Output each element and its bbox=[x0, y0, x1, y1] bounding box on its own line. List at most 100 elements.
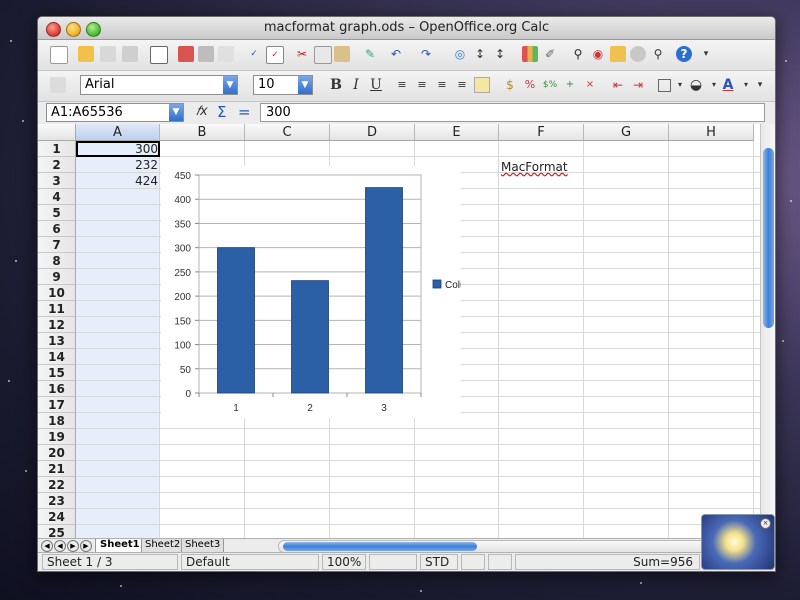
currency-format-icon[interactable]: $ bbox=[502, 77, 518, 93]
row-header-15[interactable]: 15 bbox=[38, 365, 76, 381]
add-decimal-icon[interactable]: + bbox=[562, 77, 578, 93]
align-right-icon[interactable]: ≡ bbox=[434, 77, 450, 93]
row-header-8[interactable]: 8 bbox=[38, 253, 76, 269]
row-header-13[interactable]: 13 bbox=[38, 333, 76, 349]
navigator-icon[interactable]: ◉ bbox=[590, 46, 606, 62]
open-folder-icon[interactable] bbox=[78, 46, 94, 62]
tab-sheet2[interactable]: Sheet2 bbox=[141, 539, 185, 553]
save-icon[interactable] bbox=[100, 46, 116, 62]
sort-descending-icon[interactable]: ↕ bbox=[492, 46, 508, 62]
align-left-icon[interactable]: ≡ bbox=[394, 77, 410, 93]
bold-icon[interactable]: B bbox=[328, 77, 344, 93]
row-header-2[interactable]: 2 bbox=[38, 157, 76, 173]
align-center-icon[interactable]: ≡ bbox=[414, 77, 430, 93]
vertical-scrollbar[interactable] bbox=[760, 124, 775, 538]
insert-chart-icon[interactable] bbox=[522, 46, 538, 62]
delete-decimal-icon[interactable]: × bbox=[582, 77, 598, 93]
tab-sheet3[interactable]: Sheet3 bbox=[181, 539, 225, 553]
justify-icon[interactable]: ≡ bbox=[454, 77, 470, 93]
redo-icon[interactable]: ↷ bbox=[418, 46, 434, 62]
name-box[interactable]: A1:A65536 ▼ bbox=[46, 103, 184, 122]
column-header-g[interactable]: G bbox=[584, 124, 669, 141]
select-all-corner[interactable] bbox=[38, 124, 76, 141]
tab-sheet1[interactable]: Sheet1 bbox=[95, 539, 145, 553]
paste-icon[interactable] bbox=[334, 46, 350, 62]
show-draw-functions-icon[interactable]: ✐ bbox=[542, 46, 558, 62]
cut-icon[interactable]: ✂ bbox=[294, 46, 310, 62]
vertical-scroll-thumb[interactable] bbox=[763, 148, 774, 328]
row-header-12[interactable]: 12 bbox=[38, 317, 76, 333]
row-header-25[interactable]: 25 bbox=[38, 525, 76, 538]
row-header-24[interactable]: 24 bbox=[38, 509, 76, 525]
row-header-16[interactable]: 16 bbox=[38, 381, 76, 397]
horizontal-scroll-thumb[interactable] bbox=[283, 542, 477, 551]
email-icon[interactable] bbox=[122, 46, 138, 62]
minimize-window-button[interactable] bbox=[66, 22, 81, 37]
zoom-level[interactable]: 100% bbox=[322, 554, 366, 570]
borders-icon[interactable] bbox=[658, 79, 671, 92]
data-sources-icon[interactable] bbox=[630, 46, 646, 62]
equals-icon[interactable]: = bbox=[238, 103, 251, 121]
row-header-5[interactable]: 5 bbox=[38, 205, 76, 221]
underline-icon[interactable]: U bbox=[368, 77, 384, 93]
percent-format-icon[interactable]: % bbox=[522, 77, 538, 93]
styles-formatting-icon[interactable] bbox=[50, 77, 66, 93]
zoom-icon[interactable]: ⚲ bbox=[650, 46, 666, 62]
font-color-icon[interactable]: A bbox=[720, 77, 736, 93]
first-sheet-nav-icon[interactable]: ◀ bbox=[41, 540, 53, 552]
column-header-b[interactable]: B bbox=[160, 124, 245, 141]
close-window-button[interactable] bbox=[46, 22, 61, 37]
toolbar-overflow-icon[interactable]: ▾ bbox=[752, 77, 768, 93]
cell-a3[interactable]: 424 bbox=[78, 173, 158, 189]
copy-icon[interactable] bbox=[314, 46, 332, 64]
column-header-f[interactable]: F bbox=[499, 124, 584, 141]
font-size-combo[interactable]: 10 ▼ bbox=[253, 75, 313, 95]
background-color-icon[interactable]: ◒ bbox=[688, 77, 704, 93]
spreadsheet-grid[interactable]: ABCDEFGH 1 2 3 4 5 6 7 8 9 10 11 12 13 14 15 16 17 18 19 20… bbox=[38, 124, 760, 538]
row-header-18[interactable]: 18 bbox=[38, 413, 76, 429]
merge-cells-icon[interactable] bbox=[474, 77, 490, 93]
print-preview-icon[interactable] bbox=[218, 46, 234, 62]
lightbulb-icon[interactable]: × bbox=[701, 514, 775, 570]
undo-icon[interactable]: ↶ bbox=[388, 46, 404, 62]
cell-f2[interactable]: MacFormat bbox=[501, 159, 568, 175]
increase-indent-icon[interactable]: ⇥ bbox=[630, 77, 646, 93]
row-header-14[interactable]: 14 bbox=[38, 349, 76, 365]
autospellcheck-icon[interactable]: ✓ bbox=[266, 46, 284, 64]
title-bar[interactable]: macformat graph.ods – OpenOffice.org Cal… bbox=[38, 17, 775, 40]
row-header-9[interactable]: 9 bbox=[38, 269, 76, 285]
help-icon[interactable]: ? bbox=[676, 46, 692, 62]
chevron-down-icon[interactable]: ▼ bbox=[223, 76, 237, 94]
row-header-21[interactable]: 21 bbox=[38, 461, 76, 477]
font-name-combo[interactable]: Arial ▼ bbox=[80, 75, 238, 95]
chevron-down-icon[interactable]: ▾ bbox=[672, 77, 688, 93]
spellcheck-icon[interactable]: ✓ bbox=[246, 46, 262, 62]
row-header-7[interactable]: 7 bbox=[38, 237, 76, 253]
sort-ascending-icon[interactable]: ↕ bbox=[472, 46, 488, 62]
bar-chart[interactable]: 0 50 100 150 200 250 300 350 400 450 1 2 3 Column A bbox=[161, 166, 489, 418]
find-replace-icon[interactable]: ⚲ bbox=[570, 46, 586, 62]
hyperlink-icon[interactable]: ◎ bbox=[452, 46, 468, 62]
new-document-icon[interactable] bbox=[50, 46, 68, 64]
row-header-22[interactable]: 22 bbox=[38, 477, 76, 493]
export-pdf-icon[interactable] bbox=[178, 46, 194, 62]
row-header-4[interactable]: 4 bbox=[38, 189, 76, 205]
edit-file-icon[interactable] bbox=[150, 46, 168, 64]
row-header-20[interactable]: 20 bbox=[38, 445, 76, 461]
row-header-6[interactable]: 6 bbox=[38, 221, 76, 237]
chevron-down-icon[interactable]: ▼ bbox=[169, 104, 183, 121]
clone-formatting-icon[interactable]: ✎ bbox=[362, 46, 378, 62]
widget-close-icon[interactable]: × bbox=[760, 518, 771, 529]
page-style[interactable]: Default bbox=[181, 554, 319, 570]
column-header-e[interactable]: E bbox=[415, 124, 499, 141]
function-wizard-icon[interactable]: 𝑓x bbox=[196, 104, 208, 119]
column-header-c[interactable]: C bbox=[245, 124, 330, 141]
chevron-down-icon[interactable]: ▼ bbox=[298, 76, 312, 94]
column-header-a[interactable]: A bbox=[76, 124, 160, 141]
prev-sheet-nav-icon[interactable]: ◀ bbox=[54, 540, 66, 552]
last-sheet-nav-icon[interactable]: ▶ bbox=[80, 540, 92, 552]
print-icon[interactable] bbox=[198, 46, 214, 62]
insert-mode[interactable]: STD bbox=[420, 554, 458, 570]
sum-icon[interactable]: Σ bbox=[217, 103, 226, 121]
row-header-10[interactable]: 10 bbox=[38, 285, 76, 301]
